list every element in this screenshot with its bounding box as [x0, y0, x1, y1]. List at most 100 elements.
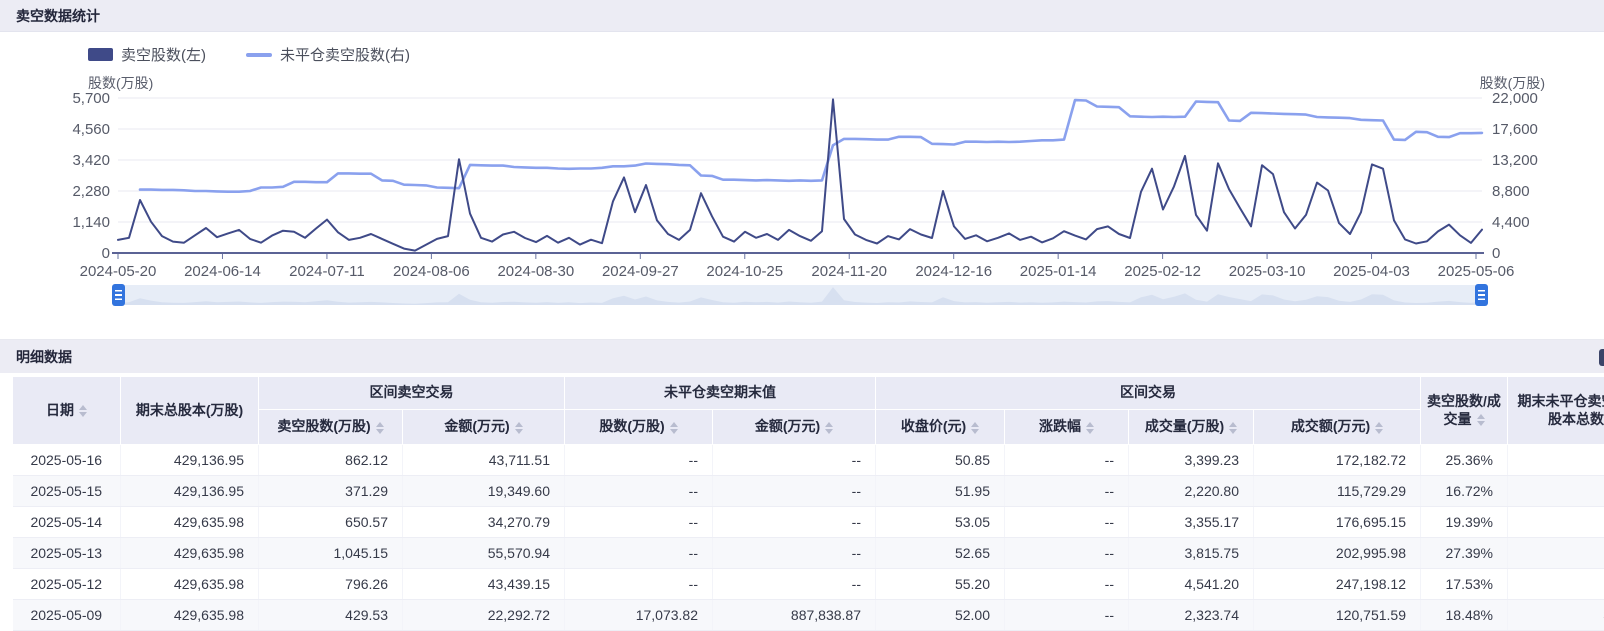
legend-label: 卖空股数(左) — [121, 44, 206, 65]
cell-value: 862.12 — [259, 445, 403, 476]
datazoom-right-handle[interactable] — [1475, 284, 1488, 306]
details-panel-title: 明细数据 — [16, 347, 72, 367]
cell-value: 429,635.98 — [121, 507, 259, 538]
col-volume[interactable]: 成交量(万股) — [1129, 410, 1254, 445]
cell-value: 247,198.12 — [1254, 569, 1421, 600]
cell-value: 650.57 — [259, 507, 403, 538]
svg-text:2024-11-20: 2024-11-20 — [811, 263, 887, 280]
cell-date: 2025-05-09 — [13, 600, 121, 631]
cell-value: 18.48% — [1421, 600, 1508, 631]
sort-icon[interactable] — [376, 422, 384, 434]
left-axis-title: 股数(万股) — [88, 73, 153, 93]
cell-value: -- — [1005, 445, 1129, 476]
svg-text:2024-09-27: 2024-09-27 — [602, 263, 679, 280]
cell-value: 429,635.98 — [121, 538, 259, 569]
cell-value: 19,349.60 — [403, 476, 565, 507]
sort-icon[interactable] — [670, 422, 678, 434]
svg-text:13,200: 13,200 — [1492, 152, 1538, 169]
table-row: 2025-05-09429,635.98429.5322,292.7217,07… — [13, 600, 1604, 631]
cell-value: 429.53 — [259, 600, 403, 631]
cell-value: 3,815.75 — [1129, 538, 1254, 569]
cell-value: -- — [565, 476, 713, 507]
svg-text:2024-10-25: 2024-10-25 — [706, 263, 783, 280]
series-open-short-line — [140, 100, 1482, 192]
legend-item-short-shares[interactable]: 卖空股数(左) — [88, 44, 206, 65]
cell-value: 887,838.87 — [713, 600, 876, 631]
gridlines — [118, 98, 1482, 222]
cell-value: 55,570.94 — [403, 538, 565, 569]
datazoom-slider[interactable] — [118, 285, 1482, 305]
datazoom-overview-silhouette — [118, 285, 1482, 305]
cell-value: 120,751.59 — [1254, 600, 1421, 631]
col-capital: 期末总股本(万股) — [121, 377, 259, 445]
cell-value: -- — [565, 569, 713, 600]
cell-value: 22,292.72 — [403, 600, 565, 631]
cell-value: 55.20 — [876, 569, 1005, 600]
cell-value: 1,045.15 — [259, 538, 403, 569]
cell-value: -- — [713, 445, 876, 476]
svg-text:0: 0 — [102, 245, 110, 262]
svg-text:2024-08-06: 2024-08-06 — [393, 263, 470, 280]
svg-text:2024-08-30: 2024-08-30 — [497, 263, 574, 280]
cell-value: 429,635.98 — [121, 600, 259, 631]
cell-value: 43,439.15 — [403, 569, 565, 600]
svg-text:2,280: 2,280 — [72, 183, 110, 200]
details-table: 日期 期末总股本(万股) 区间卖空交易 未平仓卖空期末值 区间交易 卖空股数/成… — [12, 376, 1604, 631]
col-short-amount[interactable]: 金额(万元) — [403, 410, 565, 445]
svg-text:2025-04-03: 2025-04-03 — [1333, 263, 1410, 280]
col-date[interactable]: 日期 — [13, 377, 121, 445]
sort-icon[interactable] — [79, 405, 87, 417]
col-close-price[interactable]: 收盘价(元) — [876, 410, 1005, 445]
col-short-shares[interactable]: 卖空股数(万股) — [259, 410, 403, 445]
sort-icon[interactable] — [515, 422, 523, 434]
cell-value: -- — [713, 507, 876, 538]
svg-text:2024-12-16: 2024-12-16 — [915, 263, 992, 280]
cell-value: -- — [1508, 445, 1604, 476]
x-axis-labels: 2024-05-202024-06-142024-07-112024-08-06… — [80, 254, 1515, 280]
legend-label: 未平仓卖空股数(右) — [280, 44, 410, 65]
bar-swatch-icon — [88, 48, 113, 61]
cell-value: -- — [1508, 538, 1604, 569]
sort-icon[interactable] — [825, 422, 833, 434]
table-row: 2025-05-16429,136.95862.1243,711.51----5… — [13, 445, 1604, 476]
table-row: 2025-05-15429,136.95371.2919,349.60----5… — [13, 476, 1604, 507]
cell-value: -- — [1005, 600, 1129, 631]
sort-icon[interactable] — [1086, 422, 1094, 434]
cell-value: 2,220.80 — [1129, 476, 1254, 507]
datazoom-left-handle[interactable] — [112, 284, 125, 306]
group-interval-trade: 区间交易 — [876, 377, 1421, 410]
cell-value: -- — [565, 538, 713, 569]
sort-icon[interactable] — [1229, 422, 1237, 434]
sort-icon[interactable] — [1477, 414, 1485, 426]
cell-value: -- — [713, 538, 876, 569]
svg-text:2025-02-12: 2025-02-12 — [1124, 263, 1201, 280]
cell-value: 51.95 — [876, 476, 1005, 507]
cell-value: 50.85 — [876, 445, 1005, 476]
cell-date: 2025-05-12 — [13, 569, 121, 600]
sort-icon[interactable] — [1375, 422, 1383, 434]
cell-value: 3,355.17 — [1129, 507, 1254, 538]
cell-value: 796.26 — [259, 569, 403, 600]
cell-value: 25.36% — [1421, 445, 1508, 476]
sort-icon[interactable] — [971, 422, 979, 434]
svg-text:8,800: 8,800 — [1492, 183, 1530, 200]
svg-text:2024-05-20: 2024-05-20 — [80, 263, 157, 280]
cell-value: 19.39% — [1421, 507, 1508, 538]
series-short-shares-line — [118, 99, 1482, 250]
legend-item-open-short-shares[interactable]: 未平仓卖空股数(右) — [246, 44, 410, 65]
line-swatch-icon — [246, 53, 272, 57]
cell-value: 176,695.15 — [1254, 507, 1421, 538]
col-short-to-volume[interactable]: 卖空股数/成交量 — [1421, 377, 1508, 445]
cell-value: 2,323.74 — [1129, 600, 1254, 631]
col-open-amount[interactable]: 金额(万元) — [713, 410, 876, 445]
table-row: 2025-05-12429,635.98796.2643,439.15----5… — [13, 569, 1604, 600]
col-change-pct[interactable]: 涨跌幅 — [1005, 410, 1129, 445]
cell-value: 17,073.82 — [565, 600, 713, 631]
y-axis-right-labels: 04,4008,80013,20017,60022,000 — [1492, 90, 1538, 262]
col-turnover[interactable]: 成交额(万元) — [1254, 410, 1421, 445]
cell-value: 43,711.51 — [403, 445, 565, 476]
details-table-wrap: 日期 期末总股本(万股) 区间卖空交易 未平仓卖空期末值 区间交易 卖空股数/成… — [12, 376, 1604, 631]
panel-action-icon-partial[interactable] — [1599, 349, 1604, 366]
col-open-short-to-capital[interactable]: 期末未平仓卖空股数/股本总数 — [1508, 377, 1604, 445]
col-open-shares[interactable]: 股数(万股) — [565, 410, 713, 445]
